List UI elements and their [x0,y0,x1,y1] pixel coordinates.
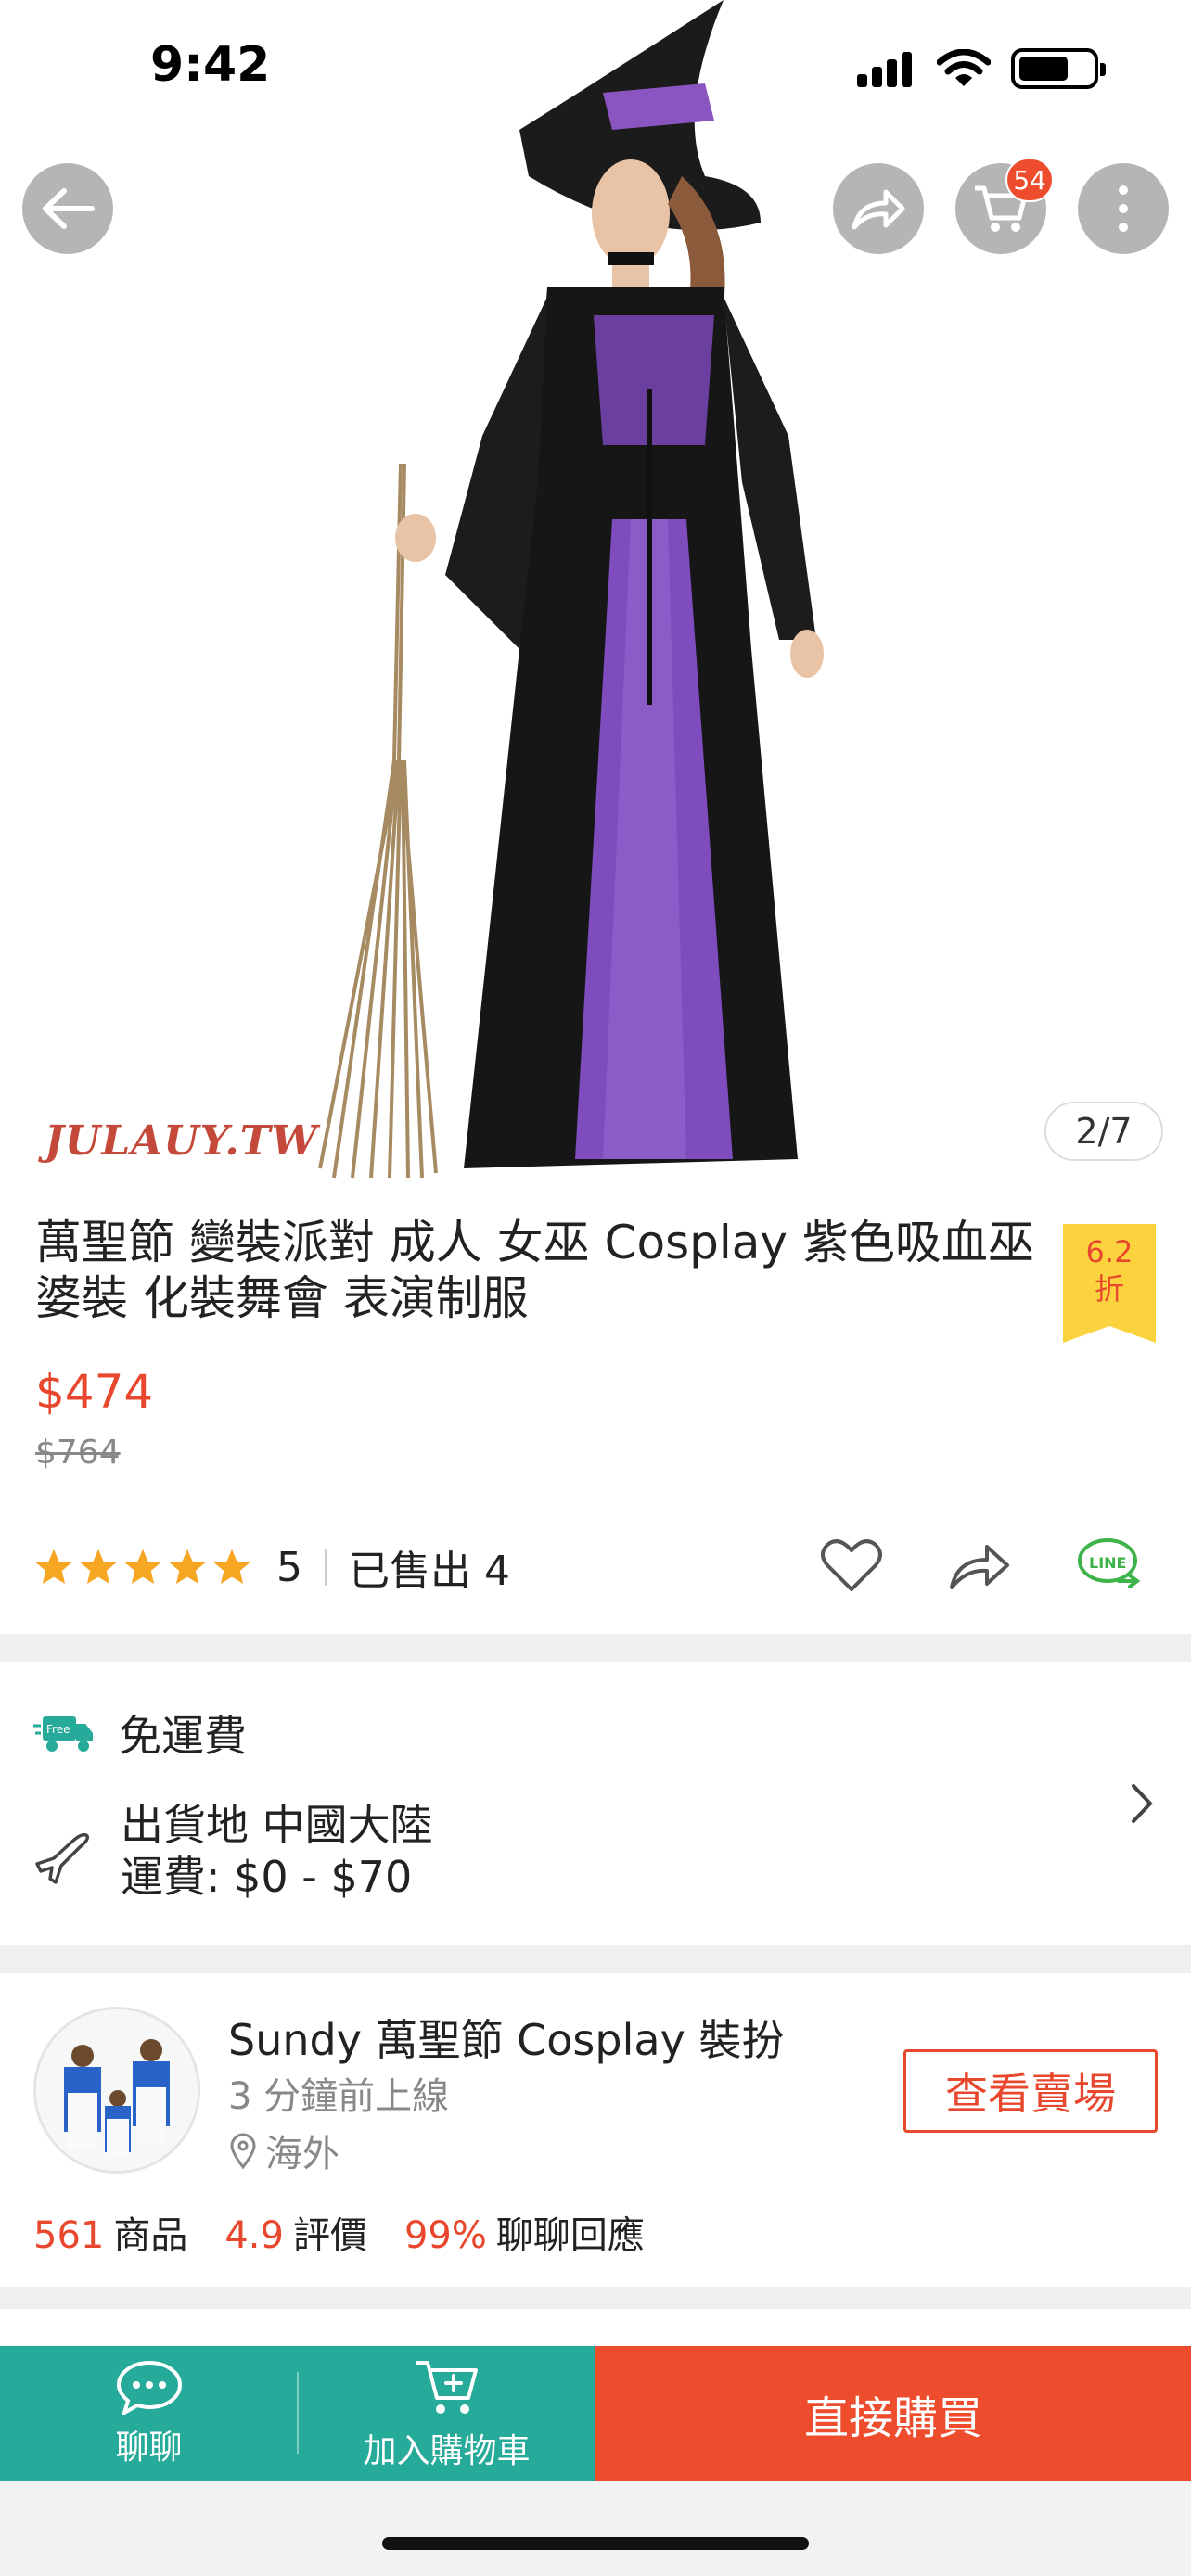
shipping-fee: 運費: $0 - $70 [121,1852,413,1902]
more-vertical-icon [1119,185,1128,232]
heart-icon[interactable] [820,1537,883,1593]
free-shipping-row[interactable]: Free 免運費 [33,1702,247,1764]
share-button[interactable] [833,163,924,254]
chat-bubble-icon [116,2360,182,2415]
section-separator [0,1634,1191,1662]
star-icon [80,1549,117,1584]
bottom-bar-divider [297,2372,299,2454]
discount-unit: 折 [1094,1271,1124,1307]
cart-count-badge: 54 [1005,158,1054,202]
cart-button[interactable]: 54 [955,158,1054,254]
shop-stat-rating: 4.9 評價 [224,2214,367,2257]
product-title: 萬聖節 變裝派對 成人 女巫 Cosplay 紫色吸血巫婆裝 化裝舞會 表演制服 [35,1216,1034,1325]
discount-tag: 6.2 折 [1063,1224,1156,1343]
shop-online-status: 3 分鐘前上線 [228,2075,450,2118]
section-separator [0,2287,1191,2309]
add-to-cart-label: 加入購物車 [363,2432,531,2470]
bottom-action-bar: 聊聊 加入購物車 直接購買 [0,2346,1191,2481]
rating-stars [33,1547,252,1588]
location-pin-icon [230,2133,256,2169]
arrow-left-icon [43,188,95,229]
sold-count: 已售出 4 [349,1548,510,1595]
image-watermark: JULAUY.TW [45,1117,318,1165]
shop-stat-products: 561 商品 [33,2214,188,2257]
shipping-origin: 出貨地 中國大陸 [121,1800,433,1850]
status-icons [857,48,1106,89]
divider [325,1549,327,1586]
star-icon [169,1549,206,1584]
shop-stat-response: 99% 聊聊回應 [403,2214,645,2257]
rating-value: 5 [276,1543,302,1591]
shop-location-text: 海外 [265,2133,339,2175]
buy-now-button[interactable]: 直接購買 [596,2346,1191,2481]
free-shipping-label: 免運費 [119,1711,247,1761]
image-counter: 2/7 [1044,1102,1163,1161]
chat-button[interactable]: 聊聊 [0,2346,298,2481]
original-price: $764 [35,1434,121,1472]
add-to-cart-button[interactable]: 加入購物車 [298,2346,596,2481]
shop-stats: 561 商品 4.9 評價 99% 聊聊回應 [33,2205,645,2259]
discount-value: 6.2 [1085,1234,1133,1269]
svg-text:LINE: LINE [1089,1554,1126,1572]
star-icon [124,1549,161,1584]
product-actions: LINE [820,1535,1145,1596]
free-shipping-truck-icon: Free [33,1716,93,1752]
shop-avatar-image [36,2009,198,2171]
chevron-right-icon[interactable] [1128,1780,1156,1827]
share-arrow-icon [852,189,905,230]
shipping-origin-row[interactable]: 出貨地 中國大陸 運費: $0 - $70 [33,1799,433,1903]
cellular-signal-icon [857,50,916,87]
svg-text:Free: Free [46,1723,70,1736]
shop-name[interactable]: Sundy 萬聖節 Cosplay 裝扮 [228,2007,784,2068]
status-bar: 9:42 [0,0,1191,139]
section-separator [0,1945,1191,1973]
chat-label: 聊聊 [115,2429,183,2467]
star-icon [213,1549,250,1584]
airplane-icon [35,1832,90,1884]
battery-icon [1011,48,1106,89]
star-icon [35,1549,72,1584]
more-options-button[interactable] [1078,163,1169,254]
status-time: 9:42 [150,37,271,93]
line-share-icon[interactable]: LINE [1076,1535,1145,1596]
shop-location: 海外 [228,2123,339,2177]
home-indicator[interactable] [382,2537,809,2550]
add-to-cart-icon [416,2361,478,2414]
bottom-safe-area [0,2481,1191,2576]
view-shop-button[interactable]: 查看賣場 [903,2049,1158,2133]
wifi-icon [937,49,991,86]
back-button[interactable] [22,163,113,254]
shop-avatar[interactable] [33,2007,200,2174]
current-price: $474 [35,1365,154,1419]
rating-row[interactable]: 5 已售出 4 [33,1539,510,1595]
share-icon[interactable] [948,1537,1011,1593]
